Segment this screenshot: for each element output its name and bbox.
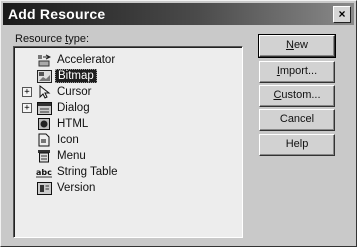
resource-type-label-suffix: ype: [68,33,89,45]
tree-item-icon[interactable]: Icon [14,132,240,148]
bitmap-icon [36,69,52,83]
tree-item-string-table[interactable]: abc String Table [14,164,240,180]
title-bar[interactable]: Add Resource × [3,3,354,25]
tree-item-html[interactable]: HTML [14,116,240,132]
cancel-button-label: Cancel [279,113,315,125]
resource-type-label-prefix: Resource [15,33,66,45]
resource-type-label: Resource type: [15,33,89,45]
tree-item-label: String Table [57,166,118,178]
string-table-icon: abc [36,165,52,179]
tree-item-label: Cursor [57,86,92,98]
import-button-label: mport... [279,65,318,77]
new-button-label: ew [293,39,308,51]
tree-item-label: HTML [57,118,89,130]
cursor-icon [36,85,52,99]
custom-button-label: ustom... [281,89,321,101]
svg-text:abc: abc [36,168,52,177]
tree-item-bitmap[interactable]: Bitmap [14,68,240,84]
icon-resource-icon [36,133,52,147]
new-button[interactable]: New [258,34,336,58]
tree-item-label: Icon [57,134,79,146]
resource-type-tree[interactable]: Accelerator Bitmap + Cursor + Dialog HTM… [13,46,243,238]
expand-icon[interactable]: + [22,103,32,113]
tree-item-version[interactable]: Version [14,180,240,196]
tree-item-label: Dialog [57,102,90,114]
help-button-label: Help [285,138,309,150]
tree-item-label: Bitmap [55,69,97,83]
accelerator-icon [36,53,52,67]
tree-item-cursor[interactable]: + Cursor [14,84,240,100]
tree-item-dialog[interactable]: + Dialog [14,100,240,116]
tree-item-label: Version [57,182,96,194]
close-icon: × [338,7,346,21]
version-icon [36,181,52,195]
tree-item-label: Accelerator [57,54,116,66]
close-button[interactable]: × [333,6,351,23]
add-resource-dialog: Add Resource × Resource type: Accelerato… [0,0,357,247]
expand-icon[interactable]: + [22,87,32,97]
help-button[interactable]: Help [259,134,335,156]
menu-icon [36,149,52,163]
dialog-title: Add Resource [8,6,106,22]
custom-button[interactable]: Custom... [259,85,335,107]
import-button[interactable]: Import... [259,61,335,83]
tree-item-accelerator[interactable]: Accelerator [14,52,240,68]
tree-item-menu[interactable]: Menu [14,148,240,164]
tree-item-label: Menu [57,150,86,162]
html-icon [36,117,52,131]
cancel-button[interactable]: Cancel [259,109,335,131]
new-button-accel: N [285,39,294,51]
dialog-icon [36,101,52,115]
